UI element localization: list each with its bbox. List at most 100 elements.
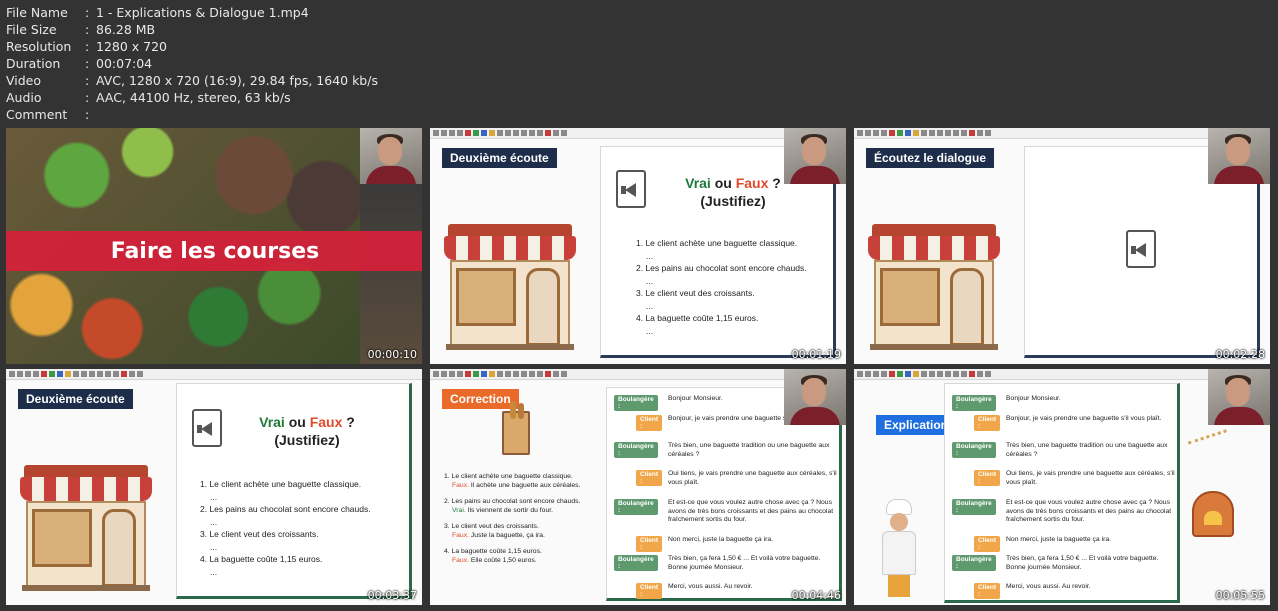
timestamp: 00:02:28 (1215, 348, 1265, 361)
speaker-doc-icon[interactable] (616, 170, 646, 208)
meta-value: 1280 x 720 (96, 39, 168, 54)
video-thumbnail[interactable]: Deuxième écoute Vrai ou Faux ? (Justifiez… (430, 128, 846, 364)
meta-key: Audio (6, 90, 42, 105)
verdict-detail: Juste la baguette, ça ira. (470, 531, 545, 539)
correction-question: 3. Le client veut des croissants. (444, 523, 539, 530)
meta-value: AAC, 44100 Hz, stereo, 63 kb/s (96, 90, 291, 105)
correction-list: 1. Le client achète une baguette classiq… (444, 473, 614, 573)
speaker-badge: Client : (974, 415, 1001, 431)
wheat-illustration (1187, 429, 1233, 461)
verdict: Vrai. (452, 506, 466, 514)
bakery-illustration (18, 457, 154, 593)
justifiez-label: (Justifiez) (274, 432, 340, 448)
video-thumbnail[interactable]: Faire les courses 00:00:10 (6, 128, 422, 364)
correction-answer: Faux. Il achète une baguette aux céréale… (444, 482, 614, 491)
vrai-label: Vrai (685, 175, 711, 191)
meta-sep: : (85, 5, 90, 20)
speaker-badge: Client : (974, 470, 1001, 486)
true-false-title: Vrai ou Faux ? (Justifiez) (668, 174, 798, 210)
meta-key: Video (6, 73, 42, 88)
speaker-doc-icon[interactable] (192, 409, 222, 447)
meta-row: Audio: AAC, 44100 Hz, stereo, 63 kb/s (6, 89, 378, 106)
annotation-toolbar (6, 369, 422, 380)
video-thumbnail[interactable]: Correction 1. Le client achète une bague… (430, 369, 846, 605)
speaker-badge: Client : (636, 415, 663, 431)
speaker-badge: Boulangère : (614, 395, 658, 411)
speaker-badge: Client : (636, 583, 663, 599)
dots: ... (646, 275, 654, 286)
correction-item: 2. Les pains au chocolat sont encore cha… (444, 498, 614, 515)
dialogue-text: Et est-ce que vous voulez autre chose av… (1006, 499, 1172, 523)
dialogue-text: Merci, vous aussi. Au revoir. (1006, 583, 1091, 590)
speaker-badge: Boulangère : (614, 555, 658, 571)
verdict: Faux. (452, 531, 469, 539)
verdict-detail: Elle coûte 1,50 euros. (470, 556, 537, 564)
oven-illustration (1192, 491, 1234, 537)
question-item: 1. Le client achète une baguette classiq… (636, 238, 798, 248)
meta-key: Resolution (6, 39, 72, 54)
dialogue-text: Et est-ce que vous voulez autre chose av… (668, 499, 834, 523)
dots: ... (646, 250, 654, 261)
webcam-overlay (360, 128, 422, 184)
lesson-title-banner: Faire les courses (6, 231, 422, 271)
dots: ... (646, 325, 654, 336)
timestamp: 00:01:19 (791, 348, 841, 361)
verdict-detail: Ils viennent de sortir du four. (467, 506, 554, 514)
question-list: 1. Le client achète une baguette classiq… (200, 479, 371, 579)
meta-row: File Size:86.28 MB (6, 21, 378, 38)
question-item: 1. Le client achète une baguette classiq… (200, 479, 362, 489)
dialogue-text: Oui tiens, je vais prendre une baguette … (1006, 470, 1175, 486)
speaker-badge: Boulangère : (614, 442, 658, 458)
speaker-badge: Client : (636, 470, 663, 486)
meta-sep: : (85, 90, 90, 105)
meta-sep: : (85, 56, 90, 71)
correction-question: 1. Le client achète une baguette classiq… (444, 473, 573, 480)
video-thumbnail[interactable]: Deuxième écoute Vrai ou Faux ? (Justifiez… (6, 369, 422, 605)
meta-sep: : (85, 22, 90, 37)
dots: ... (210, 566, 218, 577)
correction-question: 2. Les pains au chocolat sont encore cha… (444, 498, 581, 505)
correction-question: 4. La baguette coûte 1,15 euros. (444, 548, 542, 555)
meta-sep: : (85, 39, 90, 54)
speaker-badge: Client : (636, 536, 663, 552)
ou-label: ou (288, 414, 306, 430)
timestamp: 00:05:55 (1215, 589, 1265, 602)
meta-sep: : (85, 73, 90, 88)
question-mark: ? (346, 414, 355, 430)
meta-value: 00:07:04 (96, 56, 153, 71)
verdict: Faux. (452, 481, 469, 489)
timestamp: 00:04:46 (791, 589, 841, 602)
meta-row: Comment: (6, 106, 378, 123)
dots: ... (210, 491, 218, 502)
speaker-badge: Client : (974, 583, 1001, 599)
dialogue-list: Boulangère : Bonjour Monsieur. Client : Bo… (614, 395, 838, 599)
meta-value: AVC, 1280 x 720 (16:9), 29.84 fps, 1640 … (96, 73, 378, 88)
bread-bag-illustration (502, 401, 530, 455)
meta-row: File Name:1 - Explications & Dialogue 1.… (6, 4, 378, 21)
dialogue-list: Boulangère : Bonjour Monsieur. Client : Bo… (952, 395, 1176, 599)
video-thumbnail[interactable]: Explications Boulangère : Bonjour Monsieu… (854, 369, 1270, 605)
ou-label: ou (714, 175, 732, 191)
speaker-badge: Boulangère : (614, 499, 658, 515)
meta-row: Video: AVC, 1280 x 720 (16:9), 29.84 fps,… (6, 72, 378, 89)
correction-answer: Faux. Juste la baguette, ça ira. (444, 532, 614, 541)
correction-answer: Vrai. Ils viennent de sortir du four. (444, 507, 614, 516)
verdict: Faux. (452, 556, 469, 564)
video-thumbnail[interactable]: Écoutez le dialogue 00:02:28 (854, 128, 1270, 364)
speaker-badge: Boulangère : (952, 499, 996, 515)
meta-value: 86.28 MB (96, 22, 156, 37)
meta-key: File Name (6, 5, 68, 20)
section-tag: Deuxième écoute (18, 389, 133, 409)
question-item: 4. La baguette coûte 1,15 euros. (636, 313, 759, 323)
dots: ... (210, 541, 218, 552)
question-mark: ? (772, 175, 781, 191)
true-false-title: Vrai ou Faux ? (Justifiez) (242, 413, 372, 449)
timestamp: 00:00:10 (367, 348, 417, 361)
speaker-doc-icon[interactable] (1126, 230, 1156, 268)
correction-item: 1. Le client achète une baguette classiq… (444, 473, 614, 490)
speaker-badge: Boulangère : (952, 395, 996, 411)
question-item: 3. Le client veut des croissants. (636, 288, 755, 298)
meta-key: File Size (6, 22, 57, 37)
correction-item: 4. La baguette coûte 1,15 euros. Faux. El… (444, 548, 614, 565)
webcam-overlay (1208, 369, 1270, 425)
